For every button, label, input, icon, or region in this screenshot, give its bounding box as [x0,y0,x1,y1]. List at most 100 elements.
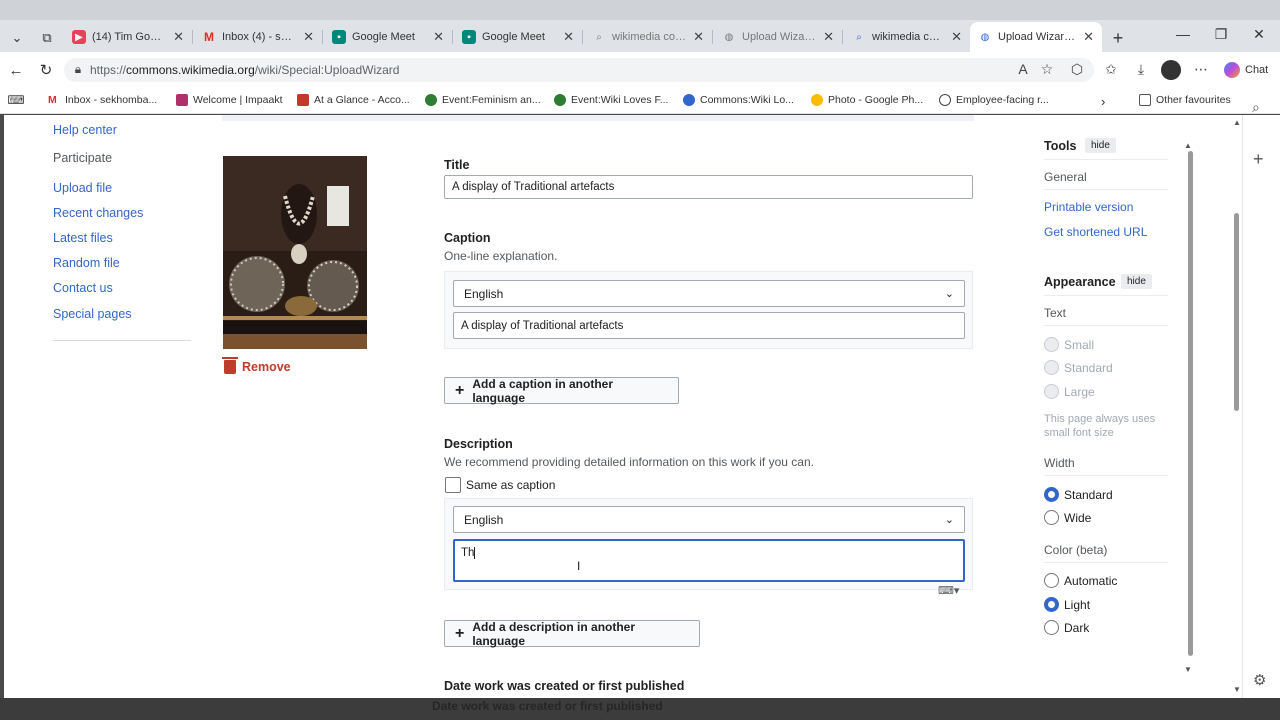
tab-8-active[interactable]: ◍ Upload Wizard - W ✕ [970,22,1102,52]
title-input[interactable]: A display of Traditional artefacts [444,175,973,199]
sidebar-item-recent-changes[interactable]: Recent changes [53,206,143,220]
url-text[interactable]: https://commons.wikimedia.org/wiki/Speci… [90,63,399,77]
refresh-icon[interactable]: ↻ [36,60,56,80]
tab-close-icon[interactable]: ✕ [173,29,184,45]
bookmark-3[interactable]: At a Glance - Acco... [297,94,410,106]
tab-actions-menu-icon[interactable]: ⌄ [6,27,28,49]
favorite-star-icon[interactable]: ☆ [1037,61,1057,78]
scroll-down-arrow-icon[interactable]: ▼ [1184,665,1192,674]
same-as-caption-checkbox[interactable] [445,477,461,493]
bookmark-4[interactable]: Event:Feminism an... [425,94,541,106]
tab-close-icon[interactable]: ✕ [1083,29,1094,45]
appearance-hide-button[interactable]: hide [1121,274,1152,289]
keyboard-icon[interactable]: ⌨ [6,93,26,107]
tab-7[interactable]: ⌕ wikimedia commo ✕ [844,22,970,52]
wiki-page: Help center Participate Upload file Rece… [4,115,1242,698]
sidebar-item-random-file[interactable]: Random file [53,256,120,270]
page-scrollbar-thumb[interactable] [1234,213,1239,411]
page-scroll-down-icon[interactable]: ▼ [1233,685,1241,694]
profile-avatar[interactable] [1161,60,1181,80]
tab-close-icon[interactable]: ✕ [303,29,314,45]
caption-language-select[interactable]: English ⌄ [453,280,965,307]
tab-separator [452,30,453,44]
shortened-url-link[interactable]: Get shortened URL [1044,225,1147,239]
inner-scrollbar-thumb[interactable] [1188,151,1193,656]
workspaces-icon[interactable]: ⧉ [36,27,58,49]
bookmark-label: Photo - Google Ph... [828,94,924,106]
description-textarea[interactable]: Th [453,539,965,582]
width-standard-radio[interactable] [1044,487,1059,502]
settings-more-icon[interactable]: ⋯ [1191,61,1211,78]
site-info-icon[interactable]: 🔒︎ [68,62,88,77]
tab-close-icon[interactable]: ✕ [823,29,834,45]
copilot-chat-button[interactable]: Chat [1224,62,1268,78]
bookmark-label: Inbox - sekhomba... [65,94,158,106]
bookmark-6[interactable]: Commons:Wiki Lo... [683,94,794,106]
search-icon: ⌕ [596,31,602,43]
bookmarks-overflow-icon[interactable]: › [1101,94,1105,109]
tab-1[interactable]: ▶ (14) Tim Godfrey & ✕ [64,22,192,52]
sidebar-item-latest-files[interactable]: Latest files [53,231,113,245]
text-large-radio[interactable] [1044,384,1059,399]
color-dark-label: Dark [1064,621,1090,635]
minimize-icon[interactable]: — [1168,26,1198,42]
tab-2[interactable]: M Inbox (4) - sekhom ✕ [194,22,322,52]
text-small-radio[interactable] [1044,337,1059,352]
tools-general-divider [1044,189,1168,190]
tab-4[interactable]: ▪ Google Meet ✕ [454,22,582,52]
page-scroll-up-icon[interactable]: ▲ [1233,118,1241,127]
color-dark-radio[interactable] [1044,620,1059,635]
sidebar-divider [53,340,191,341]
extensions-icon[interactable]: ⬡ [1067,61,1087,78]
caption-input[interactable]: A display of Traditional artefacts [453,312,965,339]
bookmark-7[interactable]: Photo - Google Ph... [811,94,923,106]
tab-3[interactable]: ▪ Google Meet ✕ [324,22,452,52]
width-wide-radio[interactable] [1044,510,1059,525]
scroll-up-arrow-icon[interactable]: ▲ [1184,141,1192,150]
color-divider [1044,562,1168,563]
bookmark-label: Employee-facing r... [956,94,1049,106]
tab-close-icon[interactable]: ✕ [693,29,704,45]
tab-close-icon[interactable]: ✕ [563,29,574,45]
sidebar-add-icon[interactable]: + [1253,149,1264,170]
tools-hide-button[interactable]: hide [1085,138,1116,153]
downloads-icon[interactable]: ⤓ [1131,61,1151,78]
tab-close-icon[interactable]: ✕ [951,29,962,45]
add-caption-language-button[interactable]: + Add a caption in another language [444,377,679,405]
read-aloud-icon[interactable]: A [1013,61,1033,77]
input-method-keyboard-icon[interactable]: ⌨▾ [938,584,959,597]
sidebar-item-contact-us[interactable]: Contact us [53,281,113,295]
other-favourites[interactable]: Other favourites [1139,94,1231,106]
tab-5[interactable]: ⌕ wikimedia commo ✕ [584,22,712,52]
add-description-label: Add a description in another language [472,619,636,648]
remove-upload-button[interactable]: Remove [222,357,291,374]
favorites-icon[interactable]: ✩ [1101,61,1121,78]
sidebar-item-special-pages[interactable]: Special pages [53,307,132,321]
color-light-radio[interactable] [1044,597,1059,612]
bookmark-2[interactable]: Welcome | Impaakt [176,94,282,106]
tab-6[interactable]: ◍ Upload Wizard - W ✕ [714,22,842,52]
printable-version-link[interactable]: Printable version [1044,200,1133,214]
text-small-label: Small [1064,338,1095,352]
tab-close-icon[interactable]: ✕ [433,29,444,45]
back-icon[interactable]: ← [6,60,26,80]
sidebar-help-center[interactable]: Help center [53,123,117,137]
sidebar-item-upload-file[interactable]: Upload file [53,181,112,195]
appearance-divider [1044,295,1168,296]
google-photos-icon [811,94,823,106]
bookmark-5[interactable]: Event:Wiki Loves F... [554,94,668,106]
restore-icon[interactable]: ❐ [1206,26,1236,43]
color-automatic-radio[interactable] [1044,573,1059,588]
width-wide-label: Wide [1064,511,1092,525]
bookmark-1[interactable]: M Inbox - sekhomba... [48,94,157,106]
sidebar-settings-gear-icon[interactable]: ⚙ [1253,671,1266,689]
description-language-select[interactable]: English ⌄ [453,506,965,533]
date-label: Date work was created or first published [444,679,685,693]
bookmark-8[interactable]: Employee-facing r... [939,94,1049,106]
new-tab-icon[interactable]: + [1107,27,1129,49]
add-description-language-button[interactable]: + Add a description in another language [444,619,700,648]
sidebar-search-icon[interactable]: ⌕ [1252,99,1260,116]
upload-thumbnail [223,156,367,349]
text-standard-radio[interactable] [1044,360,1059,375]
close-window-icon[interactable]: ✕ [1244,26,1274,43]
